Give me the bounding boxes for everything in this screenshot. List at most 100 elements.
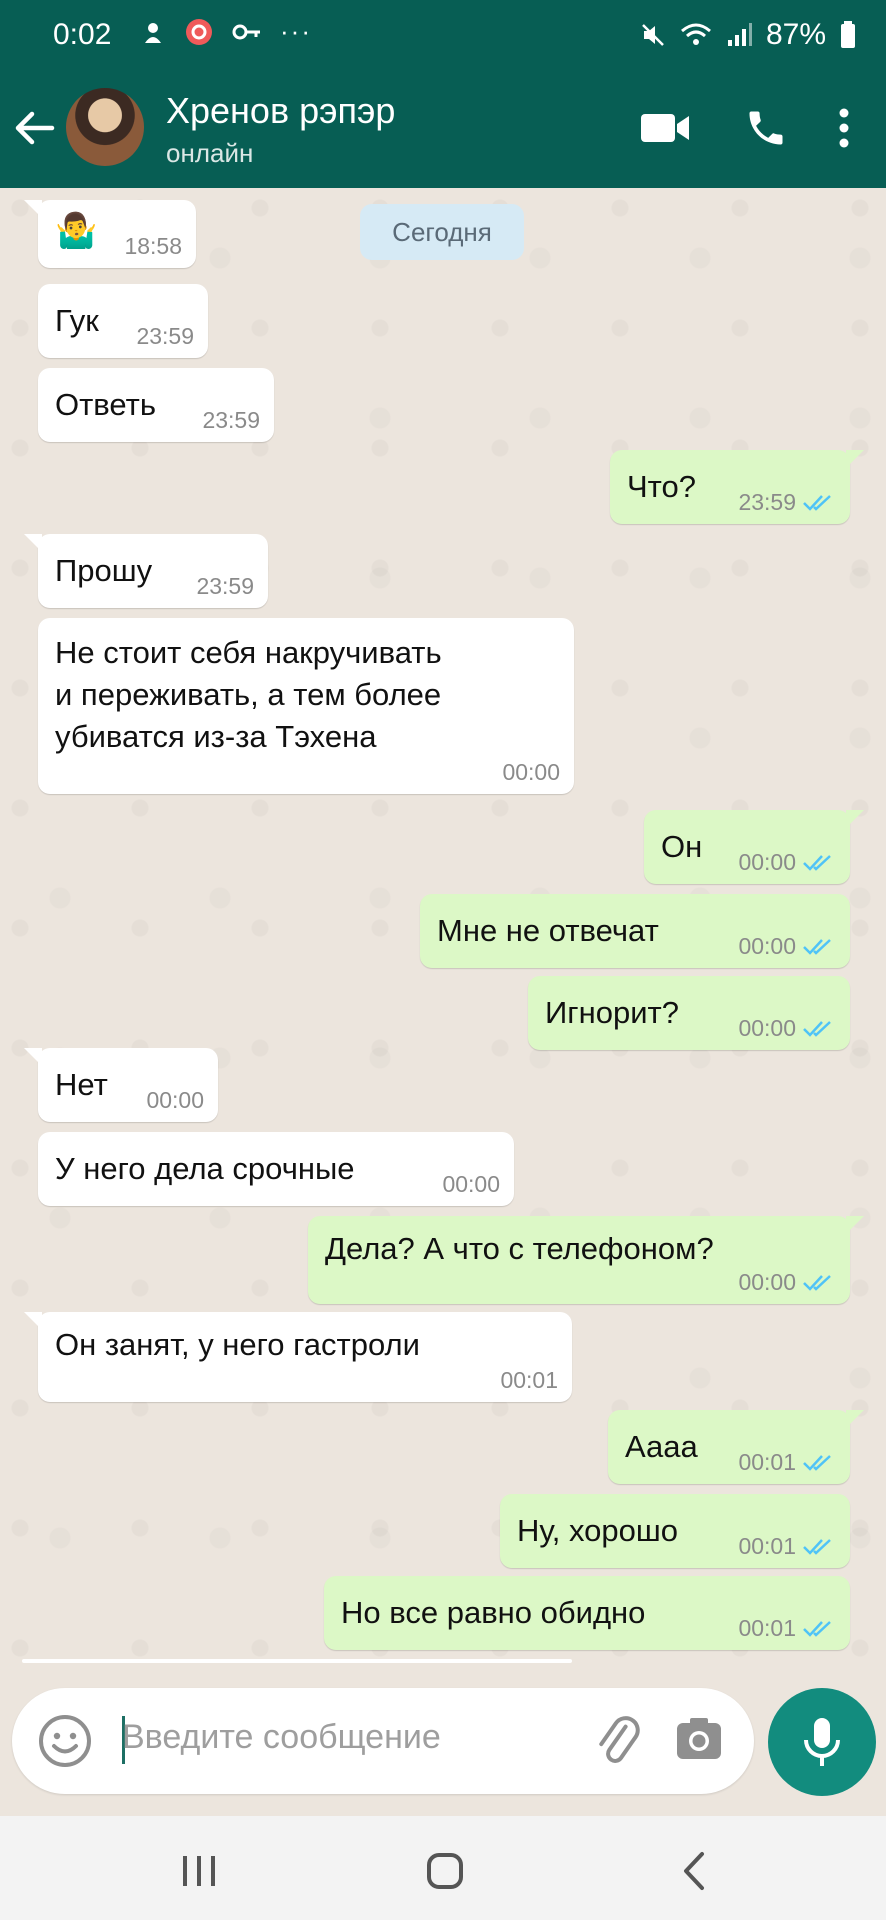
record-icon [186, 18, 212, 45]
message-meta: 23:59 [196, 573, 254, 600]
read-ticks-icon [803, 1620, 831, 1637]
message-meta: 00:00 [738, 933, 836, 960]
wifi-icon [680, 23, 711, 45]
message-time: 23:59 [202, 407, 260, 433]
read-ticks-icon [803, 1020, 831, 1037]
read-ticks-icon [803, 1454, 831, 1471]
scroll-indicator [22, 1659, 572, 1663]
status-bar: 0:02 ··· 87% [0, 0, 886, 70]
message-meta: 23:59 [202, 407, 260, 434]
video-camera-icon [641, 114, 689, 142]
message-text: Прошу [55, 553, 153, 588]
message-composer[interactable]: Введите сообщение [12, 1688, 754, 1794]
paperclip-icon[interactable] [592, 1714, 646, 1768]
message-outgoing[interactable]: Дела? А что с телефоном? 00:00 [308, 1216, 864, 1304]
message-time: 00:01 [738, 1449, 796, 1475]
message-meta: 23:59 [738, 489, 836, 516]
message-text: Ответь [55, 387, 156, 422]
notification-app-icon [145, 22, 161, 43]
message-meta: 00:00 [502, 759, 560, 786]
message-text: Аааа [625, 1429, 698, 1464]
status-notification-icons: ··· [140, 16, 312, 47]
message-outgoing[interactable]: Ну, хорошо 00:01 [500, 1494, 850, 1568]
message-incoming[interactable]: Нет 00:00 [24, 1048, 218, 1122]
message-outgoing[interactable]: Что? 23:59 [610, 450, 864, 524]
message-outgoing[interactable]: Аааа 00:01 [608, 1410, 864, 1484]
more-options-button[interactable] [816, 100, 872, 156]
message-time: 00:01 [738, 1533, 796, 1559]
message-text: У него дела срочные [55, 1151, 355, 1186]
message-time: 00:01 [500, 1367, 558, 1393]
message-incoming[interactable]: У него дела срочные 00:00 [38, 1132, 514, 1206]
message-text: Ну, хорошо [517, 1513, 678, 1548]
message-time: 00:00 [738, 849, 796, 875]
key-icon [232, 24, 260, 39]
read-ticks-icon [803, 494, 831, 511]
message-incoming[interactable]: Прошу 23:59 [24, 534, 268, 608]
message-incoming[interactable]: Он занят, у него гастроли 00:01 [24, 1312, 572, 1402]
microphone-icon [804, 1718, 840, 1766]
kebab-menu-icon [839, 108, 849, 148]
camera-icon[interactable] [674, 1714, 724, 1764]
message-text: Гук [55, 303, 99, 338]
message-time: 00:01 [738, 1615, 796, 1641]
home-icon[interactable] [420, 1846, 470, 1896]
message-meta: 00:01 [738, 1449, 836, 1476]
system-nav-bar [0, 1816, 886, 1920]
message-meta: 23:59 [136, 323, 194, 350]
message-incoming[interactable]: Гук 23:59 [38, 284, 208, 358]
message-outgoing[interactable]: Мне не отвечат 00:00 [420, 894, 850, 968]
message-outgoing[interactable]: Он 00:00 [644, 810, 864, 884]
message-outgoing[interactable]: Но все равно обидно 00:01 [324, 1576, 850, 1650]
message-outgoing[interactable]: Игнорит? 00:00 [528, 976, 850, 1050]
voice-call-button[interactable] [738, 100, 794, 156]
message-text: Он [661, 829, 703, 864]
voice-record-button[interactable] [768, 1688, 876, 1796]
message-time: 18:58 [124, 233, 182, 259]
message-text: Что? [627, 469, 696, 504]
message-time: 00:00 [738, 1269, 796, 1295]
message-meta: 00:00 [442, 1171, 500, 1198]
message-list[interactable]: Сегодня 🤷‍♂️ 18:58 Гук 23:59 Ответь 23:5… [0, 188, 886, 1680]
message-time: 23:59 [196, 573, 254, 599]
contact-avatar[interactable] [66, 88, 144, 166]
contact-status: онлайн [166, 138, 254, 168]
message-time: 00:00 [146, 1087, 204, 1113]
back-arrow-icon[interactable] [12, 106, 56, 150]
message-text: 🤷‍♂️ [55, 212, 98, 250]
emoji-icon[interactable] [36, 1712, 94, 1770]
message-incoming[interactable]: Ответь 23:59 [38, 368, 274, 442]
message-text: Дела? А что с телефоном? [325, 1231, 714, 1266]
contact-name[interactable]: Хренов рэпэр [166, 90, 395, 132]
message-time: 00:00 [502, 759, 560, 785]
message-incoming[interactable]: 🤷‍♂️ 18:58 [24, 200, 196, 268]
video-call-button[interactable] [637, 100, 693, 156]
message-meta: 00:00 [738, 849, 836, 876]
message-time: 00:00 [442, 1171, 500, 1197]
message-meta: 00:01 [738, 1533, 836, 1560]
phone-icon [749, 111, 783, 145]
battery-percent: 87% [765, 18, 826, 51]
message-meta: 00:01 [738, 1615, 836, 1642]
message-meta: 00:01 [500, 1367, 558, 1394]
status-time: 0:02 [53, 18, 112, 51]
message-text: Мне не отвечат [437, 913, 659, 948]
message-time: 23:59 [738, 489, 796, 515]
chat-header: Хренов рэпэр онлайн [0, 70, 886, 188]
read-ticks-icon [803, 938, 831, 955]
message-meta: 00:00 [738, 1269, 836, 1296]
message-text: Он занят, у него гастроли [55, 1327, 420, 1362]
message-meta: 00:00 [738, 1015, 836, 1042]
read-ticks-icon [803, 1274, 831, 1291]
message-input[interactable]: Введите сообщение [122, 1718, 441, 1757]
date-chip: Сегодня [360, 204, 524, 260]
back-nav-icon[interactable] [670, 1846, 720, 1896]
message-meta: 18:58 [124, 233, 182, 260]
message-text: Нет [55, 1067, 108, 1102]
message-time: 23:59 [136, 323, 194, 349]
recent-apps-icon[interactable] [174, 1846, 224, 1896]
status-system-icons: 87% [640, 18, 856, 52]
more-notifications-icon: ··· [280, 16, 312, 46]
message-incoming[interactable]: Не стоит себя накручивать и переживать, … [38, 618, 574, 794]
read-ticks-icon [803, 1538, 831, 1555]
